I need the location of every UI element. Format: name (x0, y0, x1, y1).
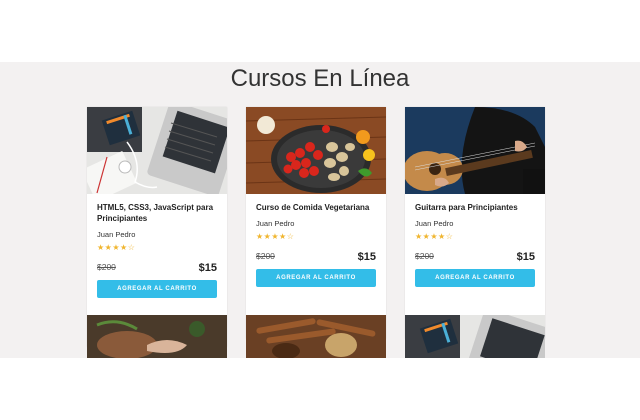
course-author: Juan Pedro (256, 219, 295, 228)
hands-pottery-image[interactable] (87, 315, 227, 358)
laptop-notebook-image[interactable] (87, 107, 227, 194)
course-card: Curso de Comida Vegetariana Juan Pedro ★… (246, 107, 386, 339)
original-price: $200 (97, 262, 116, 272)
vegetables-pan-image[interactable] (246, 107, 386, 194)
original-price: $200 (415, 251, 434, 261)
courses-section: Cursos En Línea HTML5, CSS3, JavaScript … (0, 62, 640, 358)
sale-price: $15 (516, 251, 535, 263)
add-to-cart-button[interactable]: AGREGAR AL CARRITO (415, 269, 535, 287)
add-to-cart-button[interactable]: AGREGAR AL CARRITO (256, 269, 376, 287)
cinnamon-spices-image[interactable] (246, 315, 386, 358)
sale-price: $15 (198, 262, 217, 274)
course-title[interactable]: Guitarra para Principiantes (415, 202, 535, 213)
rating-stars: ★★★★☆ (97, 243, 136, 252)
guitar-player-image[interactable] (405, 107, 545, 194)
add-to-cart-button[interactable]: AGREGAR AL CARRITO (97, 280, 217, 298)
page-title: Cursos En Línea (230, 65, 410, 92)
course-title[interactable]: Curso de Comida Vegetariana (256, 202, 376, 213)
course-card: HTML5, CSS3, JavaScript para Principiant… (87, 107, 227, 347)
course-card: Guitarra para Principiantes Juan Pedro ★… (405, 107, 545, 339)
course-author: Juan Pedro (415, 219, 454, 228)
course-title[interactable]: HTML5, CSS3, JavaScript para Principiant… (97, 202, 217, 224)
rating-stars: ★★★★☆ (415, 232, 454, 241)
sale-price: $15 (357, 251, 376, 263)
rating-stars: ★★★★☆ (256, 232, 295, 241)
laptop-notebook-image[interactable] (405, 315, 545, 358)
course-author: Juan Pedro (97, 230, 136, 239)
original-price: $200 (256, 251, 275, 261)
